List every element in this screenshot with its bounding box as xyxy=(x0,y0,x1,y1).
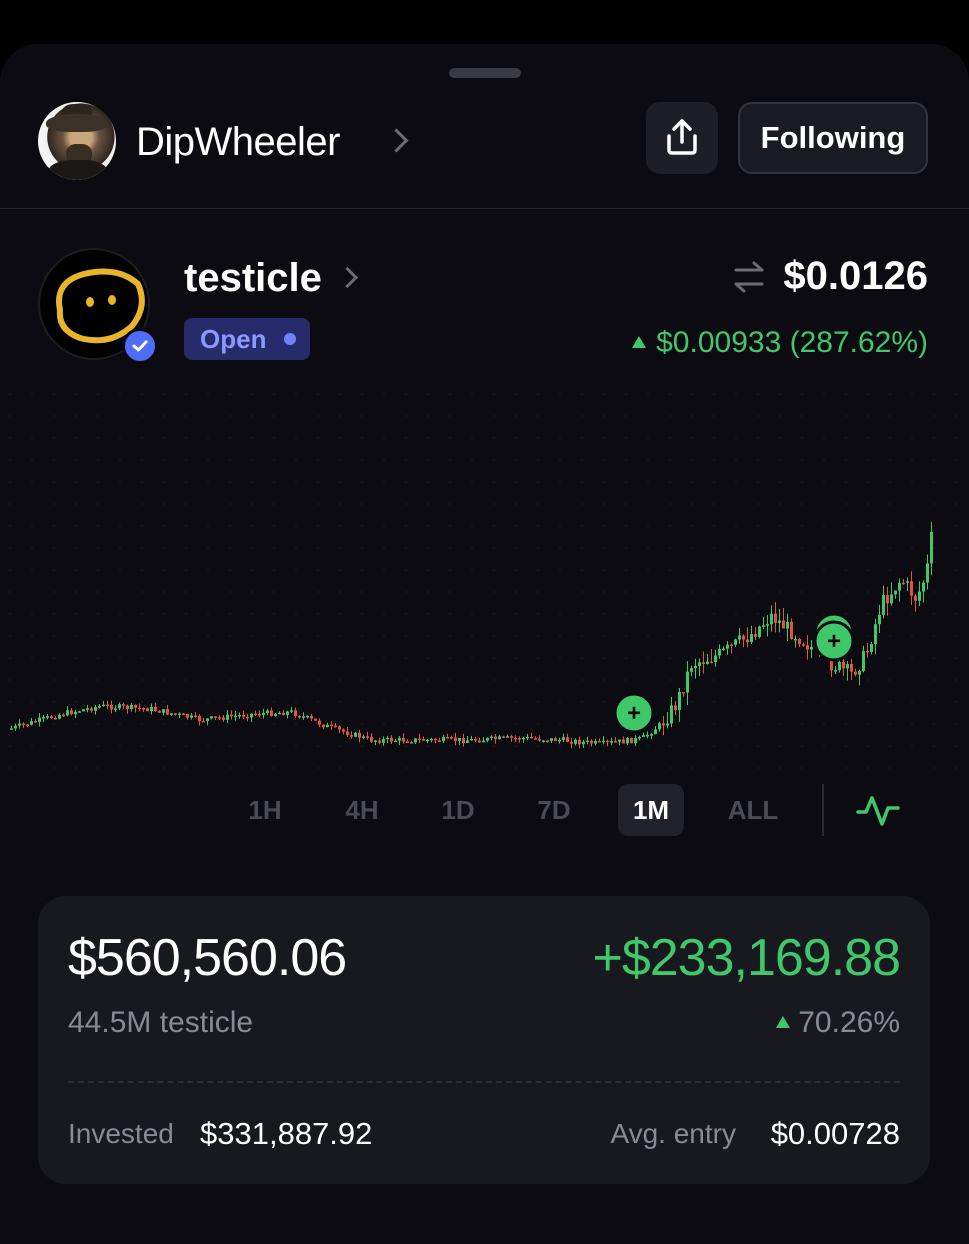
pnl-percent: 70.26% xyxy=(776,1006,900,1040)
profile-header: DipWheeler Following xyxy=(0,102,969,182)
token-summary: testicle Open $0.0126 $0.00933 (287.62%) xyxy=(0,244,969,374)
verified-badge-icon xyxy=(122,328,158,364)
up-triangle-icon xyxy=(776,1016,791,1028)
price-change: $0.00933 (287.62%) xyxy=(632,326,928,360)
drag-handle[interactable] xyxy=(449,68,521,78)
invested-value: $331,887.92 xyxy=(200,1116,373,1151)
timeframe-1h[interactable]: 1H xyxy=(232,784,298,836)
avatar[interactable] xyxy=(38,102,116,180)
holdings: 44.5M testicle xyxy=(68,1006,254,1039)
token-price: $0.0126 xyxy=(783,254,928,298)
username[interactable]: DipWheeler xyxy=(136,120,340,165)
timeframe-4h[interactable]: 4H xyxy=(329,784,395,836)
separator xyxy=(822,784,824,836)
pnl-percent-value: 70.26% xyxy=(798,1006,900,1039)
line-chart-icon[interactable] xyxy=(856,792,900,828)
status-badge: Open xyxy=(184,318,311,360)
position-pnl: +$233,169.88 xyxy=(592,929,901,987)
status-dot xyxy=(284,333,297,345)
up-triangle-icon xyxy=(632,336,647,348)
timeframe-1m[interactable]: 1M xyxy=(618,784,684,836)
bottom-sheet: DipWheeler Following testicle Open $0.01… xyxy=(0,44,969,1244)
share-button[interactable] xyxy=(646,102,718,174)
timeframe-7d[interactable]: 7D xyxy=(521,784,587,836)
timeframe-selector: 1H 4H 1D 7D 1M ALL xyxy=(0,784,969,844)
price-chart[interactable]: + + xyxy=(0,384,969,784)
invested-label: Invested xyxy=(68,1118,174,1149)
following-button[interactable]: Following xyxy=(738,102,928,174)
position-card: $560,560.06 +$233,169.88 44.5M testicle … xyxy=(38,896,930,1184)
token-name[interactable]: testicle xyxy=(184,256,322,301)
chevron-right-icon[interactable] xyxy=(384,128,409,153)
share-icon xyxy=(667,119,697,155)
divider xyxy=(0,208,969,209)
svg-text:+: + xyxy=(627,700,641,727)
status-label: Open xyxy=(200,324,267,354)
dashed-divider xyxy=(68,1081,900,1083)
price-change-value: $0.00933 (287.62%) xyxy=(656,326,928,359)
chevron-right-icon[interactable] xyxy=(336,266,359,289)
position-value: $560,560.06 xyxy=(68,929,347,987)
timeframe-all[interactable]: ALL xyxy=(720,784,786,836)
avg-entry-label: Avg. entry xyxy=(610,1118,736,1149)
svg-text:+: + xyxy=(827,628,841,655)
timeframe-1d[interactable]: 1D xyxy=(425,784,491,836)
swap-icon[interactable] xyxy=(730,258,768,296)
avg-entry-value: $0.00728 xyxy=(770,1116,900,1151)
